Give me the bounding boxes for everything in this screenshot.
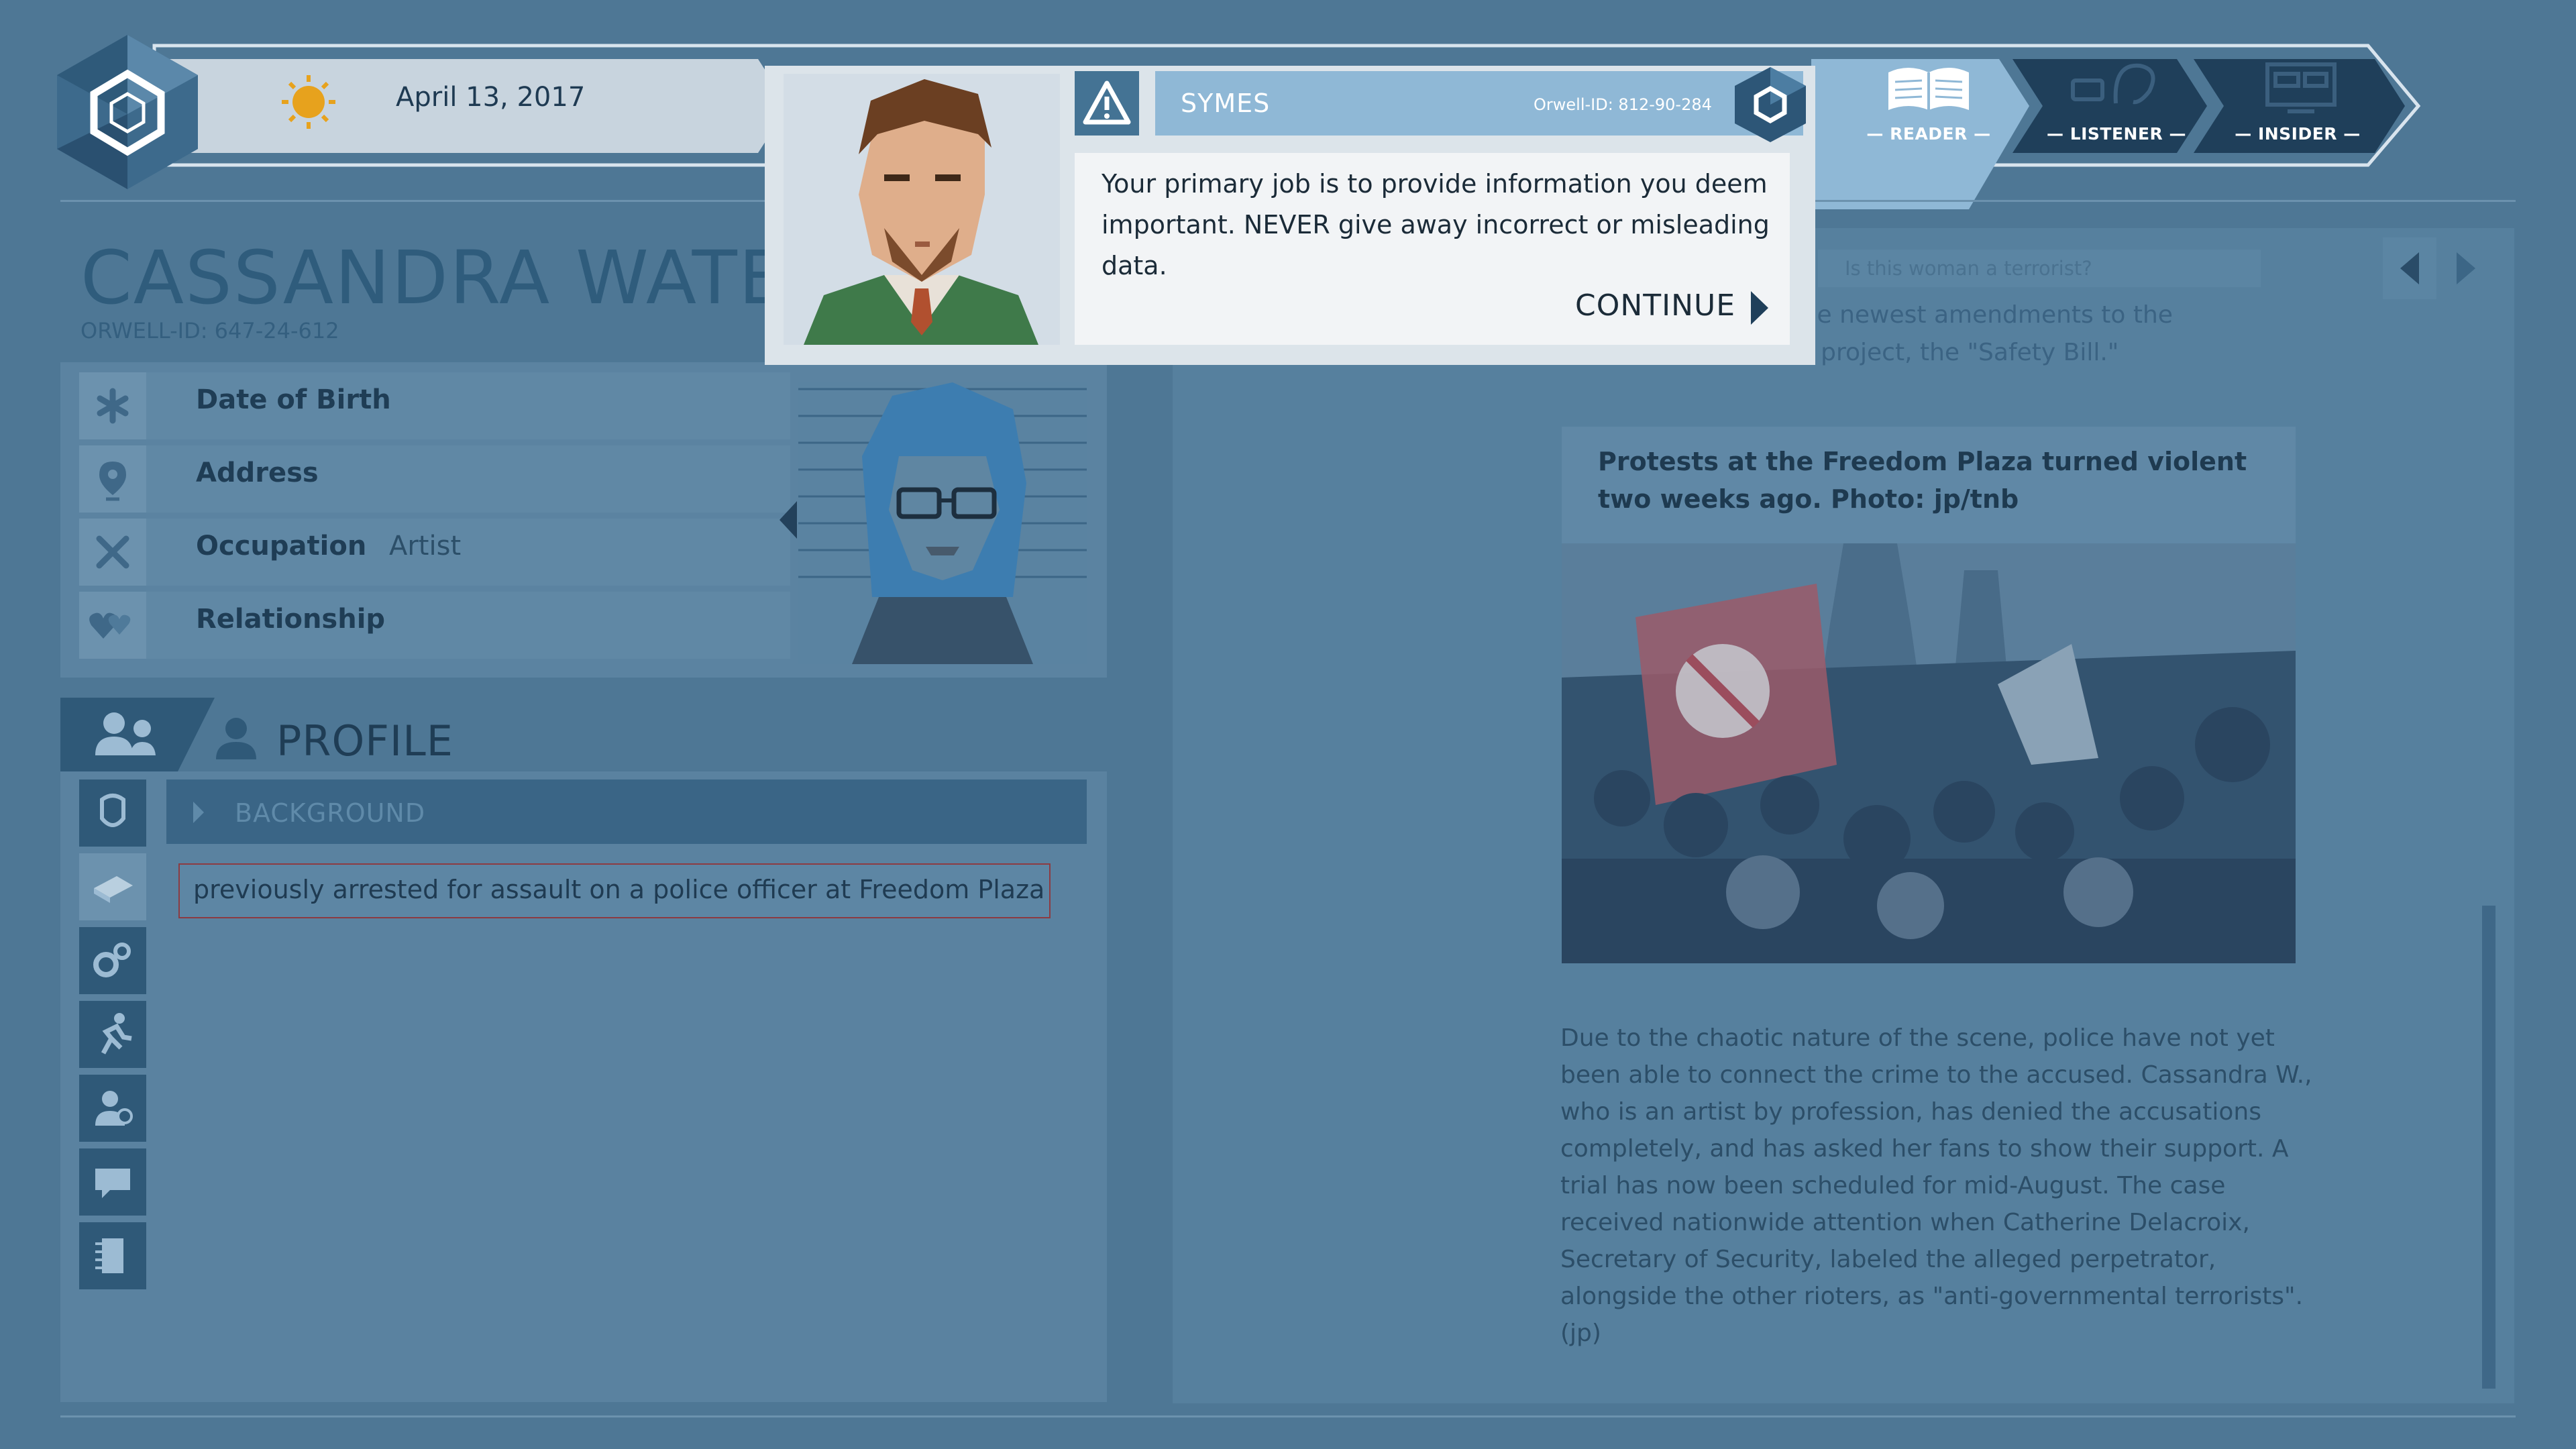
info-row-dob[interactable] xyxy=(79,372,790,439)
sender-hex-icon xyxy=(1735,67,1806,142)
tools-icon xyxy=(79,519,146,586)
fact-item-text: previously arrested for assault on a pol… xyxy=(193,875,1045,904)
profile-orwell-id: ORWELL-ID: 647-24-612 xyxy=(80,318,339,343)
article-body: Due to the chaotic nature of the scene, … xyxy=(1560,1024,2312,1347)
stage-insider-tab[interactable]: — INSIDER — xyxy=(2217,124,2378,144)
sidebar-activity-button[interactable] xyxy=(79,1001,146,1068)
footer-divider xyxy=(60,1415,2516,1417)
info-label-occupation: Occupation xyxy=(196,531,367,561)
prev-page-button[interactable] xyxy=(2383,237,2436,299)
scrollbar[interactable] xyxy=(2482,906,2496,1389)
mugshot-avatar xyxy=(798,382,1087,664)
photo-caption: Protests at the Freedom Plaza turned vio… xyxy=(1598,447,2247,514)
book-icon xyxy=(1888,68,1969,110)
arrow-left-icon xyxy=(2400,252,2419,284)
next-page-button[interactable] xyxy=(2439,237,2493,299)
continue-button[interactable]: CONTINUE xyxy=(1570,282,1771,329)
asterisk-icon xyxy=(79,372,146,439)
sidebar-device-button[interactable] xyxy=(79,1222,146,1289)
sidebar-contacts-button[interactable] xyxy=(79,1075,146,1142)
sidebar-face-button[interactable] xyxy=(79,780,146,847)
arrow-right-icon xyxy=(2457,252,2475,284)
sidebar-background-button[interactable] xyxy=(79,853,146,920)
gears-icon xyxy=(93,943,131,977)
warning-badge xyxy=(1075,71,1139,136)
current-date: April 13, 2017 xyxy=(396,82,586,113)
sidebar-messages-button[interactable] xyxy=(79,1148,146,1216)
chip-icon xyxy=(95,1238,123,1273)
profile-section-title: PROFILE xyxy=(276,716,453,765)
warning-icon xyxy=(1083,80,1131,125)
info-label-dob: Date of Birth xyxy=(196,384,391,415)
info-value-occupation: Artist xyxy=(389,531,462,561)
info-label-relationship: Relationship xyxy=(196,604,386,635)
message-text: Your primary job is to provide informati… xyxy=(1102,169,1770,280)
hearts-icon xyxy=(79,592,146,659)
protest-photo[interactable] xyxy=(1562,543,2296,963)
running-person-icon xyxy=(101,1013,132,1055)
person-icon xyxy=(216,718,256,759)
sidebar-gears-button[interactable] xyxy=(79,927,146,994)
info-row-address[interactable] xyxy=(79,445,790,513)
book-stack-icon xyxy=(94,876,133,903)
collapse-arrow-icon[interactable] xyxy=(778,500,798,540)
search-placeholder: Is this woman a terrorist? xyxy=(1845,257,2092,280)
stage-reader-tab[interactable]: — READER — xyxy=(1848,124,2009,144)
person-info-icon xyxy=(95,1091,133,1126)
background-category-label: BACKGROUND xyxy=(235,798,426,828)
sender-portrait xyxy=(784,74,1060,345)
chat-bubble-icon xyxy=(95,1169,130,1198)
stage-listener-tab[interactable]: — LISTENER — xyxy=(2036,124,2197,144)
sender-orwell-id: Orwell-ID: 812-90-284 xyxy=(1534,95,1712,114)
location-pin-icon xyxy=(79,445,146,513)
chevron-right-icon xyxy=(193,802,204,823)
info-row-relationship[interactable] xyxy=(79,592,790,659)
play-arrow-icon xyxy=(1751,291,1768,325)
info-label-address: Address xyxy=(196,458,319,488)
face-icon xyxy=(100,794,125,827)
continue-label: CONTINUE xyxy=(1575,288,1736,323)
sender-name: SYMES xyxy=(1181,89,1271,118)
profile-tab[interactable] xyxy=(60,698,215,771)
